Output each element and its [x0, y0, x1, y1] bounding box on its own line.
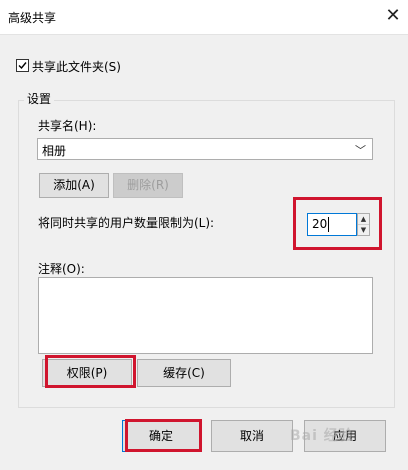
highlight-box-ok — [125, 419, 202, 452]
user-limit-label: 将同时共享的用户数量限制为(L): — [38, 216, 215, 230]
cancel-button[interactable]: 取消 — [211, 420, 293, 452]
delete-button[interactable]: 删除(R) — [113, 173, 183, 198]
share-name-value: 相册 — [42, 144, 67, 158]
settings-group-title: 设置 — [24, 90, 55, 107]
title-bar — [0, 0, 408, 34]
share-folder-label[interactable]: 共享此文件夹(S) — [32, 58, 121, 75]
share-name-label: 共享名(H): — [38, 119, 97, 133]
highlight-box-permissions — [45, 355, 136, 388]
share-folder-checkbox[interactable] — [16, 59, 29, 72]
window-title: 高级共享 — [8, 11, 57, 25]
chevron-down-icon[interactable]: ﹀ — [355, 142, 366, 158]
comment-textarea[interactable] — [38, 277, 373, 354]
add-button[interactable]: 添加(A) — [39, 173, 109, 198]
watermark: Bai 经验 — [290, 428, 354, 444]
comment-label: 注释(O): — [38, 262, 85, 276]
highlight-box-user-limit — [293, 197, 382, 250]
check-icon — [18, 62, 27, 70]
share-name-combobox[interactable]: 相册 ﹀ — [37, 138, 373, 160]
close-icon[interactable]: ✕ — [382, 5, 404, 27]
caching-button[interactable]: 缓存(C) — [137, 359, 231, 387]
